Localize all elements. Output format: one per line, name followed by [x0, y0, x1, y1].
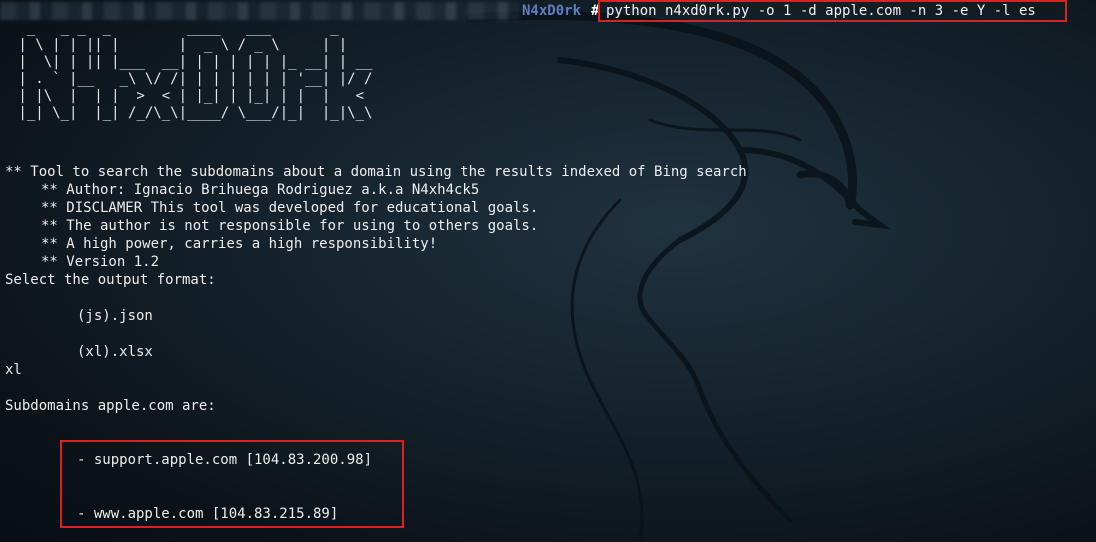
command-highlight-box: [598, 0, 1067, 22]
subdomain-result: - support.apple.com [104.83.200.98]: [77, 452, 373, 468]
disclaimer-line: ** DISCLAMER This tool was developed for…: [41, 200, 539, 216]
terminal-window[interactable]: N4xD0rk # python n4xd0rk.py -o 1 -d appl…: [0, 0, 1096, 542]
redacted-prompt-prefix: [0, 2, 520, 20]
format-prompt: Select the output format:: [5, 272, 216, 288]
power-line: ** A high power, carries a high responsi…: [41, 236, 438, 252]
tool-tagline: ** Tool to search the subdomains about a…: [5, 164, 747, 180]
format-user-input: xl: [5, 362, 22, 378]
version-line: ** Version 1.2: [41, 254, 160, 270]
author-line: ** Author: Ignacio Brihuega Rodriguez a.…: [41, 182, 480, 198]
results-heading: Subdomains apple.com are:: [5, 398, 216, 414]
subdomain-result: - www.apple.com [104.83.215.89]: [77, 506, 339, 522]
format-option-xlsx: (xl).xlsx: [77, 344, 153, 360]
ascii-banner: _ _ _ _ ____ ___ _ | \ | | || | | _ \ / …: [18, 20, 373, 121]
format-option-json: (js).json: [77, 308, 153, 324]
prompt-hostname: N4xD0rk: [522, 3, 582, 19]
responsibility-line: ** The author is not responsible for usi…: [41, 218, 539, 234]
